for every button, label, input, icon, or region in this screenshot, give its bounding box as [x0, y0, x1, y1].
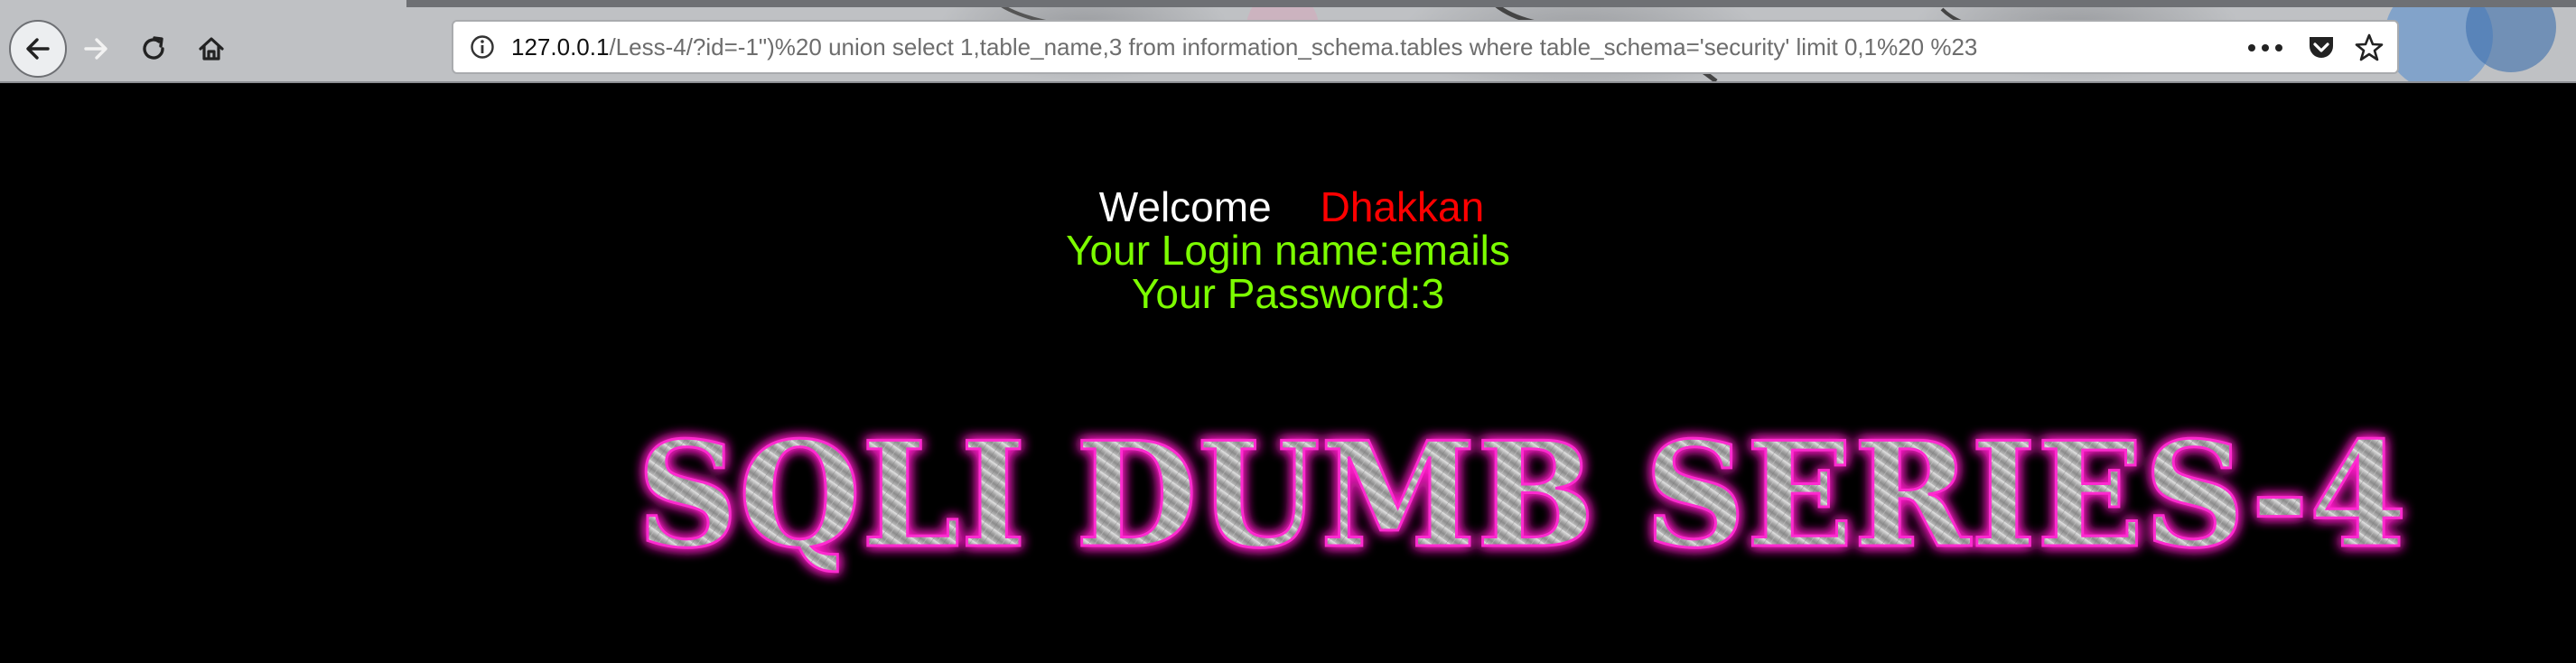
- url-text[interactable]: 127.0.0.1/Less-4/?id=-1")%20 union selec…: [511, 22, 1977, 72]
- browser-toolbar: 127.0.0.1/Less-4/?id=-1")%20 union selec…: [0, 0, 2576, 83]
- reload-button[interactable]: [128, 23, 179, 74]
- page-content: Welcome Dhakkan Your Login name:emails Yo…: [0, 83, 2576, 663]
- arrow-left-icon: [26, 38, 50, 60]
- back-button[interactable]: [9, 20, 67, 78]
- sqli-series-banner: SQLI DUMB SERIES-4: [636, 409, 2409, 582]
- tab-strip-edge: [406, 0, 2576, 7]
- url-path: /Less-4/?id=-1")%20 union select 1,table…: [609, 33, 1978, 61]
- welcome-text: Welcome: [1098, 183, 1272, 230]
- pocket-icon[interactable]: [2307, 34, 2336, 61]
- url-bar[interactable]: 127.0.0.1/Less-4/?id=-1")%20 union selec…: [452, 20, 2399, 74]
- arrow-right-icon: [84, 38, 107, 60]
- banner-text: SQLI DUMB SERIES-4: [637, 410, 2407, 580]
- forward-button[interactable]: [70, 23, 121, 74]
- url-host: 127.0.0.1: [511, 33, 610, 61]
- password-result: Your Password:3: [1131, 270, 1445, 317]
- home-icon: [199, 37, 224, 61]
- reload-icon: [143, 36, 164, 60]
- login-name-result: Your Login name:emails: [1066, 227, 1510, 274]
- username-text: Dhakkan: [1320, 183, 1485, 230]
- info-icon[interactable]: [470, 34, 495, 60]
- welcome-line: Welcome Dhakkan: [0, 184, 2576, 229]
- star-icon[interactable]: [2354, 33, 2385, 63]
- home-button[interactable]: [186, 23, 237, 74]
- more-icon[interactable]: [2247, 43, 2283, 52]
